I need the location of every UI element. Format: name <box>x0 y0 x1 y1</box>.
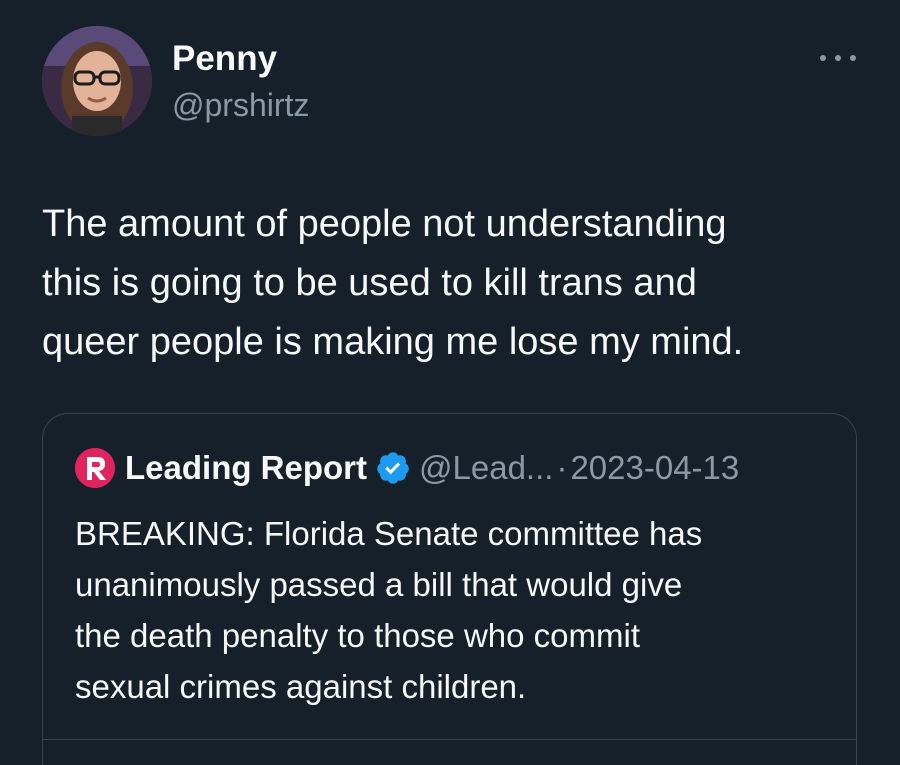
quoted-tweet-text: BREAKING: Florida Senate committee has u… <box>75 515 703 705</box>
more-options-button[interactable] <box>820 46 856 70</box>
quoted-tweet-date[interactable]: 2023-04-13 <box>570 448 739 488</box>
avatar-portrait-icon <box>42 26 152 136</box>
author-handle[interactable]: @prshirtz <box>172 86 309 124</box>
more-horizontal-icon <box>820 55 826 61</box>
quoted-author-name[interactable]: Leading Report <box>125 448 367 488</box>
quoted-media-divider <box>43 739 856 740</box>
leading-report-logo-icon[interactable] <box>75 448 115 488</box>
tweet-text: The amount of people not understanding t… <box>42 203 744 363</box>
quoted-tweet-card[interactable]: Leading Report @Lead... · 2023-04-13 BRE… <box>42 413 857 765</box>
more-horizontal-icon-dot <box>835 55 841 61</box>
quoted-tweet-header: Leading Report @Lead... · 2023-04-13 <box>75 448 739 488</box>
tweet-page: Penny @prshirtz The amount of people not… <box>0 0 900 765</box>
author-display-name[interactable]: Penny <box>172 38 277 80</box>
verified-badge-icon <box>375 450 411 486</box>
header-separator: · <box>556 449 568 486</box>
quoted-author-handle[interactable]: @Lead... <box>419 448 553 488</box>
author-avatar[interactable] <box>42 26 152 136</box>
more-horizontal-icon-dot <box>850 55 856 61</box>
